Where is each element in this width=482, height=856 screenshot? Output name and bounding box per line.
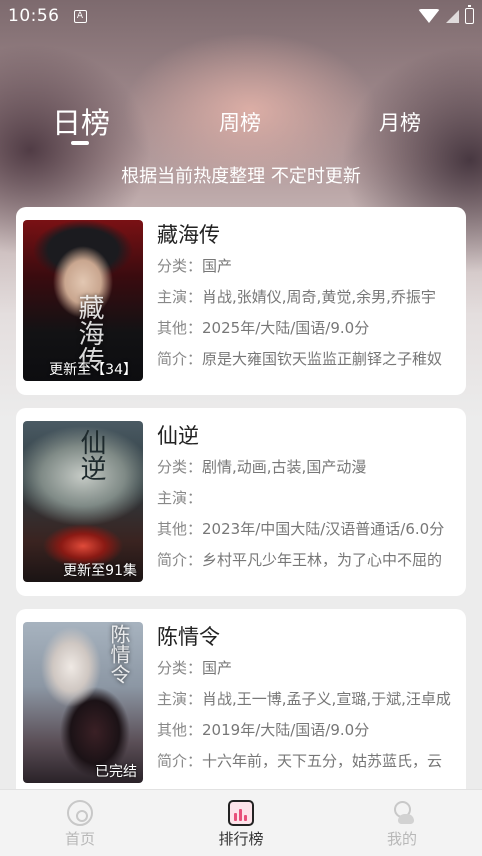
item-other: 其他：2019年/大陆/国语/9.0分 [157, 721, 370, 739]
episode-badge: 已完结 [95, 764, 137, 780]
nav-home[interactable]: 首页 [40, 800, 120, 849]
item-title: 陈情令 [157, 625, 220, 649]
episode-badge: 更新至91集 [63, 563, 137, 579]
tab-active-indicator [71, 141, 89, 145]
item-intro: 简介：乡村平凡少年王林，为了心中不屈的 [157, 551, 443, 569]
item-title: 藏海传 [157, 223, 220, 247]
bottom-nav: 首页 排行榜 我的 [0, 789, 482, 856]
nav-profile-label: 我的 [386, 830, 417, 848]
poster-image[interactable]: 仙逆 更新至91集 [23, 421, 143, 582]
signal-icon [446, 9, 459, 23]
home-icon [67, 800, 93, 826]
status-icons [418, 5, 474, 24]
list-item[interactable]: 藏海传 更新至【34】 藏海传 分类：国产 主演：肖战,张婧仪,周奇,黄觉,余男… [16, 207, 466, 395]
nav-ranking[interactable]: 排行榜 [201, 800, 281, 849]
tab-weekly[interactable]: 周榜 [219, 107, 261, 137]
nav-profile[interactable]: 我的 [362, 800, 442, 849]
item-cast: 主演：肖战,王一博,孟子义,宣璐,于斌,汪卓成 [157, 690, 451, 708]
ranking-subtitle: 根据当前热度整理 不定时更新 [121, 166, 361, 187]
item-category: 分类：剧情,动画,古装,国产动漫 [157, 458, 367, 476]
poster-title-art: 陈情令 [107, 624, 131, 684]
profile-icon [389, 800, 415, 826]
ranking-tabs: 日榜 周榜 月榜 [0, 98, 482, 158]
nav-home-label: 首页 [64, 830, 95, 848]
item-intro: 简介：十六年前，天下五分，姑苏蓝氏，云 [157, 752, 443, 770]
tab-daily[interactable]: 日榜 [52, 100, 110, 142]
item-other: 其他：2025年/大陆/国语/9.0分 [157, 319, 370, 337]
list-item[interactable]: 陈情令 已完结 陈情令 分类：国产 主演：肖战,王一博,孟子义,宣璐,于斌,汪卓… [16, 609, 466, 799]
episode-badge: 更新至【34】 [49, 362, 137, 378]
poster-image[interactable]: 藏海传 更新至【34】 [23, 220, 143, 381]
item-other: 其他：2023年/中国大陆/汉语普通话/6.0分 [157, 520, 445, 538]
item-intro: 简介：原是大雍国钦天监监正蒯铎之子稚奴 [157, 350, 443, 368]
item-title: 仙逆 [157, 424, 199, 448]
item-category: 分类：国产 [157, 257, 233, 275]
item-info: 陈情令 分类：国产 主演：肖战,王一博,孟子义,宣璐,于斌,汪卓成 其他：201… [157, 621, 457, 777]
status-time: 10:56 [8, 6, 60, 26]
status-bar: 10:56 A [0, 0, 482, 32]
battery-icon [465, 5, 474, 24]
tab-monthly[interactable]: 月榜 [379, 107, 421, 137]
poster-title-art: 仙逆 [76, 429, 106, 481]
ranking-icon [228, 800, 254, 826]
nav-ranking-label: 排行榜 [218, 830, 264, 848]
item-cast: 主演： [157, 489, 203, 507]
item-cast: 主演：肖战,张婧仪,周奇,黄觉,余男,乔振宇 [157, 288, 436, 306]
item-info: 藏海传 分类：国产 主演：肖战,张婧仪,周奇,黄觉,余男,乔振宇 其他：2025… [157, 219, 457, 375]
list-item[interactable]: 仙逆 更新至91集 仙逆 分类：剧情,动画,古装,国产动漫 主演： 其他：202… [16, 408, 466, 596]
item-category: 分类：国产 [157, 659, 233, 677]
poster-image[interactable]: 陈情令 已完结 [23, 622, 143, 783]
wifi-icon [418, 9, 440, 23]
item-info: 仙逆 分类：剧情,动画,古装,国产动漫 主演： 其他：2023年/中国大陆/汉语… [157, 420, 457, 576]
notification-icon: A [73, 9, 87, 23]
